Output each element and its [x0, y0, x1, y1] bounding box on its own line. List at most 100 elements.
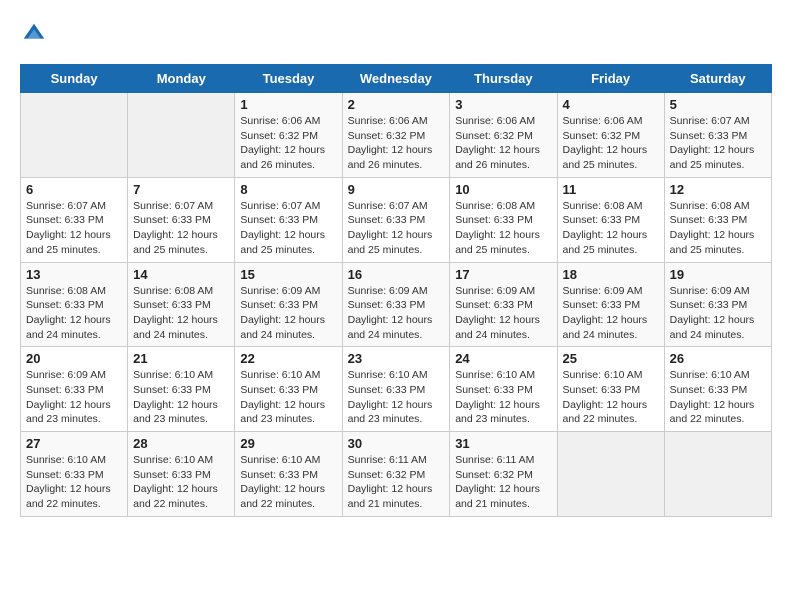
day-number: 9 [348, 182, 445, 197]
weekday-header: Wednesday [342, 65, 450, 93]
day-number: 11 [563, 182, 659, 197]
calendar-week-row: 1 Sunrise: 6:06 AMSunset: 6:32 PMDaylight… [21, 93, 772, 178]
calendar-cell: 28 Sunrise: 6:10 AMSunset: 6:33 PMDayligh… [128, 432, 235, 517]
calendar-cell: 29Sunrise: 6:10 AMSunset: 6:33 PMDayligh… [235, 432, 342, 517]
calendar-cell [557, 432, 664, 517]
day-number: 6 [26, 182, 122, 197]
day-info: Sunrise: 6:08 AMSunset: 6:33 PMDaylight:… [563, 199, 659, 258]
day-info: Sunrise: 6:09 AMSunset: 6:33 PMDaylight:… [563, 284, 659, 343]
day-info: Sunrise: 6:07 AMSunset: 6:33 PMDaylight:… [348, 199, 445, 258]
day-number: 29 [240, 436, 336, 451]
day-number: 20 [26, 351, 122, 366]
page-header [20, 20, 772, 48]
calendar-cell: 22Sunrise: 6:10 AMSunset: 6:33 PMDayligh… [235, 347, 342, 432]
day-number: 23 [348, 351, 445, 366]
calendar-cell: 17 Sunrise: 6:09 AMSunset: 6:33 PMDayligh… [450, 262, 557, 347]
calendar-cell: 7 Sunrise: 6:07 AMSunset: 6:33 PMDaylight… [128, 177, 235, 262]
day-info: Sunrise: 6:08 AMSunset: 6:33 PMDaylight:… [455, 199, 551, 258]
day-number: 5 [670, 97, 766, 112]
day-info: Sunrise: 6:09 AMSunset: 6:33 PMDaylight:… [348, 284, 445, 343]
day-number: 14 [133, 267, 229, 282]
calendar-cell: 23Sunrise: 6:10 AMSunset: 6:33 PMDayligh… [342, 347, 450, 432]
calendar-cell: 2 Sunrise: 6:06 AMSunset: 6:32 PMDaylight… [342, 93, 450, 178]
calendar-cell: 13Sunrise: 6:08 AMSunset: 6:33 PMDayligh… [21, 262, 128, 347]
day-info: Sunrise: 6:10 AMSunset: 6:33 PMDaylight:… [133, 453, 229, 512]
day-number: 21 [133, 351, 229, 366]
weekday-header: Monday [128, 65, 235, 93]
weekday-header: Thursday [450, 65, 557, 93]
calendar-cell [21, 93, 128, 178]
day-info: Sunrise: 6:09 AMSunset: 6:33 PMDaylight:… [670, 284, 766, 343]
calendar-cell: 1 Sunrise: 6:06 AMSunset: 6:32 PMDaylight… [235, 93, 342, 178]
calendar-cell: 6 Sunrise: 6:07 AMSunset: 6:33 PMDaylight… [21, 177, 128, 262]
day-number: 10 [455, 182, 551, 197]
day-number: 12 [670, 182, 766, 197]
calendar-week-row: 27 Sunrise: 6:10 AMSunset: 6:33 PMDayligh… [21, 432, 772, 517]
weekday-header: Friday [557, 65, 664, 93]
day-number: 27 [26, 436, 122, 451]
day-number: 4 [563, 97, 659, 112]
calendar-cell: 14 Sunrise: 6:08 AMSunset: 6:33 PMDayligh… [128, 262, 235, 347]
day-number: 31 [455, 436, 551, 451]
day-number: 2 [348, 97, 445, 112]
weekday-header: Tuesday [235, 65, 342, 93]
day-info: Sunrise: 6:10 AMSunset: 6:33 PMDaylight:… [26, 453, 122, 512]
day-info: Sunrise: 6:08 AMSunset: 6:33 PMDaylight:… [670, 199, 766, 258]
calendar-cell: 15Sunrise: 6:09 AMSunset: 6:33 PMDayligh… [235, 262, 342, 347]
day-number: 18 [563, 267, 659, 282]
day-number: 26 [670, 351, 766, 366]
day-number: 16 [348, 267, 445, 282]
calendar-cell: 24 Sunrise: 6:10 AMSunset: 6:33 PMDayligh… [450, 347, 557, 432]
day-info: Sunrise: 6:06 AMSunset: 6:32 PMDaylight:… [348, 114, 445, 173]
calendar-cell: 8 Sunrise: 6:07 AMSunset: 6:33 PMDaylight… [235, 177, 342, 262]
day-info: Sunrise: 6:06 AMSunset: 6:32 PMDaylight:… [563, 114, 659, 173]
day-info: Sunrise: 6:06 AMSunset: 6:32 PMDaylight:… [240, 114, 336, 173]
weekday-header: Saturday [664, 65, 771, 93]
calendar-cell: 18 Sunrise: 6:09 AMSunset: 6:33 PMDayligh… [557, 262, 664, 347]
day-info: Sunrise: 6:06 AMSunset: 6:32 PMDaylight:… [455, 114, 551, 173]
calendar-cell: 19Sunrise: 6:09 AMSunset: 6:33 PMDayligh… [664, 262, 771, 347]
day-number: 7 [133, 182, 229, 197]
calendar-cell: 3Sunrise: 6:06 AMSunset: 6:32 PMDaylight… [450, 93, 557, 178]
day-number: 22 [240, 351, 336, 366]
calendar-week-row: 13Sunrise: 6:08 AMSunset: 6:33 PMDayligh… [21, 262, 772, 347]
day-info: Sunrise: 6:07 AMSunset: 6:33 PMDaylight:… [133, 199, 229, 258]
day-info: Sunrise: 6:07 AMSunset: 6:33 PMDaylight:… [26, 199, 122, 258]
calendar-week-row: 20 Sunrise: 6:09 AMSunset: 6:33 PMDayligh… [21, 347, 772, 432]
day-info: Sunrise: 6:10 AMSunset: 6:33 PMDaylight:… [455, 368, 551, 427]
calendar-cell: 30 Sunrise: 6:11 AMSunset: 6:32 PMDayligh… [342, 432, 450, 517]
day-info: Sunrise: 6:07 AMSunset: 6:33 PMDaylight:… [240, 199, 336, 258]
day-info: Sunrise: 6:07 AMSunset: 6:33 PMDaylight:… [670, 114, 766, 173]
calendar-cell: 25 Sunrise: 6:10 AMSunset: 6:33 PMDayligh… [557, 347, 664, 432]
weekday-header: Sunday [21, 65, 128, 93]
day-info: Sunrise: 6:09 AMSunset: 6:33 PMDaylight:… [455, 284, 551, 343]
day-info: Sunrise: 6:08 AMSunset: 6:33 PMDaylight:… [133, 284, 229, 343]
weekday-row: SundayMondayTuesdayWednesdayThursdayFrid… [21, 65, 772, 93]
day-info: Sunrise: 6:10 AMSunset: 6:33 PMDaylight:… [563, 368, 659, 427]
day-number: 15 [240, 267, 336, 282]
day-number: 25 [563, 351, 659, 366]
day-number: 17 [455, 267, 551, 282]
day-number: 8 [240, 182, 336, 197]
day-number: 28 [133, 436, 229, 451]
day-number: 1 [240, 97, 336, 112]
calendar-cell: 27 Sunrise: 6:10 AMSunset: 6:33 PMDayligh… [21, 432, 128, 517]
calendar-header: SundayMondayTuesdayWednesdayThursdayFrid… [21, 65, 772, 93]
calendar-cell [128, 93, 235, 178]
calendar-cell [664, 432, 771, 517]
calendar-cell: 11 Sunrise: 6:08 AMSunset: 6:33 PMDayligh… [557, 177, 664, 262]
logo-icon [20, 20, 48, 48]
day-info: Sunrise: 6:11 AMSunset: 6:32 PMDaylight:… [455, 453, 551, 512]
calendar-cell: 10 Sunrise: 6:08 AMSunset: 6:33 PMDayligh… [450, 177, 557, 262]
day-info: Sunrise: 6:08 AMSunset: 6:33 PMDaylight:… [26, 284, 122, 343]
calendar-cell: 16 Sunrise: 6:09 AMSunset: 6:33 PMDayligh… [342, 262, 450, 347]
day-info: Sunrise: 6:09 AMSunset: 6:33 PMDaylight:… [26, 368, 122, 427]
calendar-cell: 4 Sunrise: 6:06 AMSunset: 6:32 PMDaylight… [557, 93, 664, 178]
calendar-cell: 26 Sunrise: 6:10 AMSunset: 6:33 PMDayligh… [664, 347, 771, 432]
day-info: Sunrise: 6:10 AMSunset: 6:33 PMDaylight:… [670, 368, 766, 427]
calendar-cell: 31 Sunrise: 6:11 AMSunset: 6:32 PMDayligh… [450, 432, 557, 517]
day-number: 24 [455, 351, 551, 366]
logo [20, 20, 52, 48]
day-number: 30 [348, 436, 445, 451]
day-info: Sunrise: 6:11 AMSunset: 6:32 PMDaylight:… [348, 453, 445, 512]
